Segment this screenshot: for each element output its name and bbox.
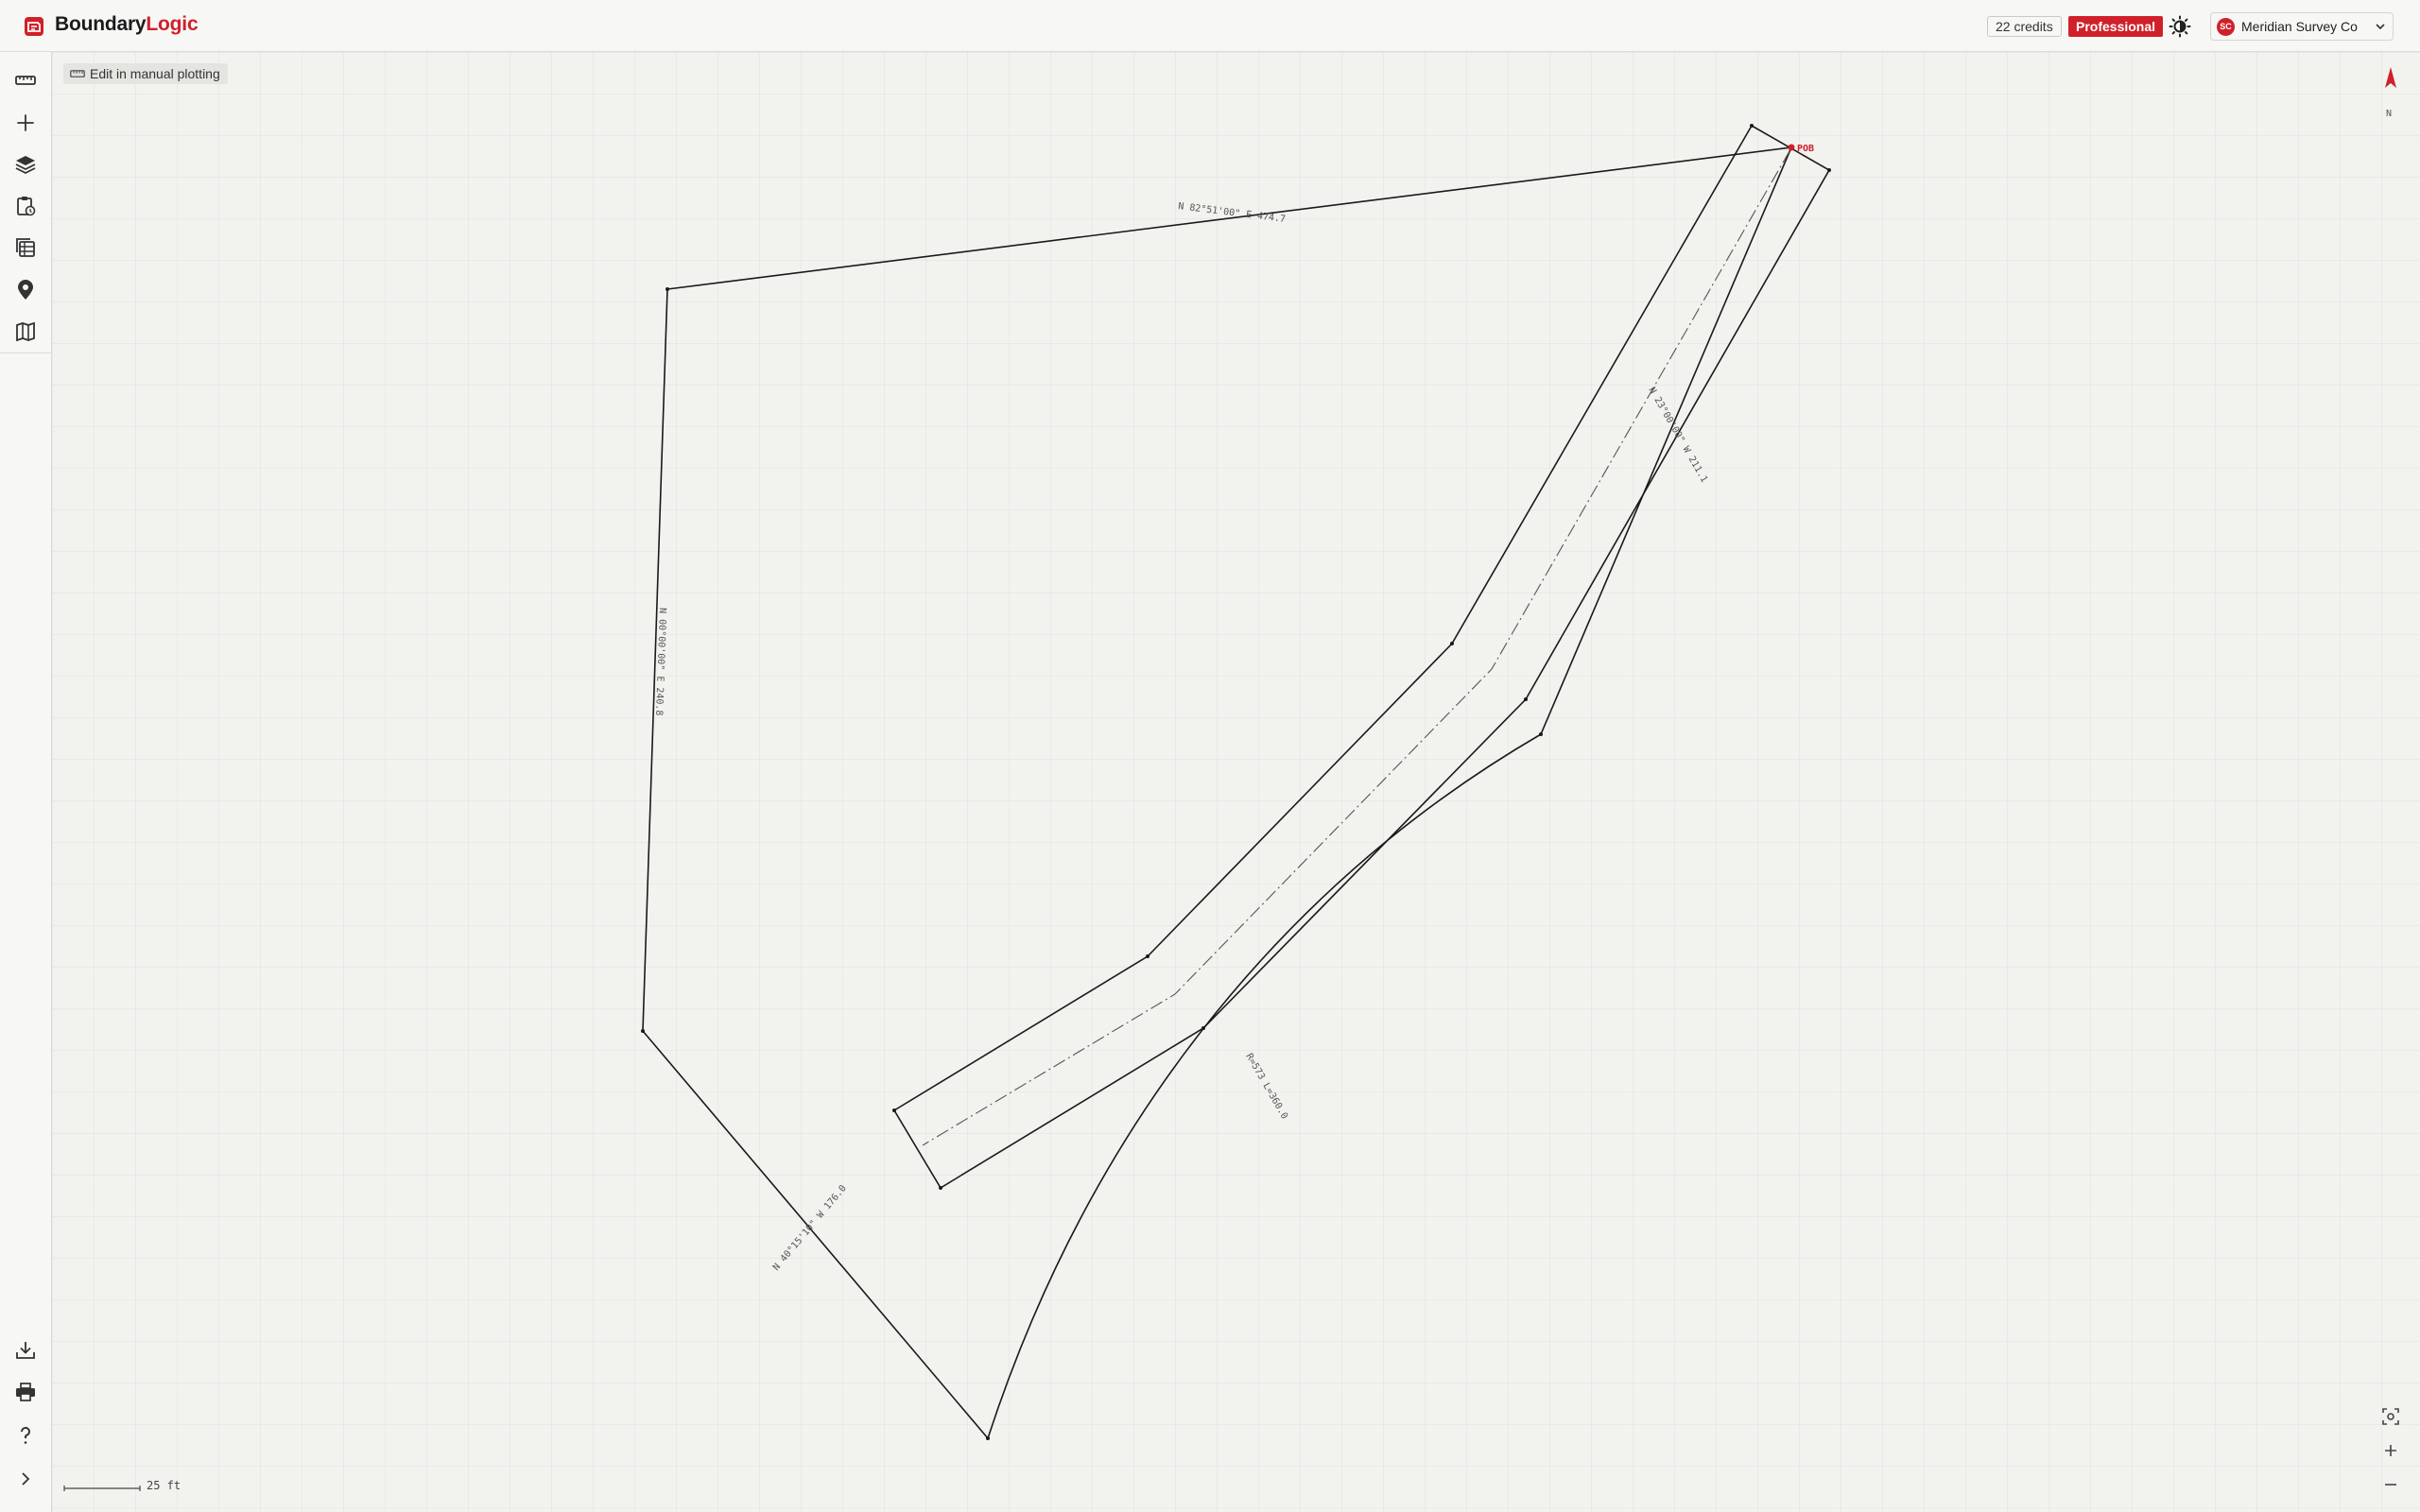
call-label-arc: R=573 L=360.0	[1243, 1052, 1289, 1121]
pob-label: POB	[1797, 144, 1814, 154]
org-name: Meridian Survey Co	[2241, 19, 2358, 34]
theme-toggle-icon[interactable]	[2169, 15, 2191, 38]
north-label: N	[2386, 109, 2393, 119]
vertex-point[interactable]	[986, 1436, 990, 1440]
vertex-point[interactable]	[1750, 124, 1754, 128]
vertex-point[interactable]	[1201, 1026, 1205, 1030]
fit-to-screen-button[interactable]	[2378, 1404, 2403, 1429]
ruler-tool-button[interactable]	[13, 68, 38, 93]
plus-icon	[2385, 1445, 2396, 1456]
edit-manual-plotting-button[interactable]: Edit in manual plotting	[63, 63, 228, 84]
focus-icon	[2382, 1408, 2399, 1425]
vertex-point[interactable]	[1146, 954, 1150, 958]
vertex-point[interactable]	[892, 1108, 896, 1112]
layers-icon	[15, 156, 36, 175]
brand-name-part1: Boundary	[55, 13, 147, 35]
corridor-centerline	[922, 150, 1790, 1146]
top-bar: BoundaryLogic 22 credits Professional SC…	[0, 0, 2420, 52]
layers-button[interactable]	[13, 152, 38, 177]
pob-marker[interactable]	[1788, 144, 1795, 151]
brand-name-part2: Logic	[146, 13, 199, 35]
download-button[interactable]	[13, 1338, 38, 1363]
tables-button[interactable]	[13, 235, 38, 260]
table-stack-icon	[16, 238, 35, 257]
boundary-plot: POB N 82°51'00" E 474.7 N 00°00'00" E 24…	[641, 124, 1831, 1440]
brand-name: BoundaryLogic	[55, 13, 199, 36]
plus-icon	[17, 114, 34, 131]
help-button[interactable]	[13, 1423, 38, 1448]
call-label-left: N 00°00'00" E 240.8	[653, 608, 667, 716]
clipboard-history-button[interactable]	[13, 194, 38, 218]
print-button[interactable]	[13, 1380, 38, 1404]
scale-bar	[63, 1486, 141, 1491]
ruler-icon	[15, 76, 36, 85]
sidebar-divider	[0, 352, 52, 353]
download-icon	[16, 1342, 35, 1359]
map-icon	[16, 321, 35, 342]
vertex-point[interactable]	[1524, 697, 1528, 701]
corridor-left-line	[892, 124, 1831, 1190]
vertex-point[interactable]	[1539, 732, 1543, 736]
logo-icon	[25, 17, 43, 36]
zoom-out-button[interactable]	[2378, 1472, 2403, 1497]
map-pin-icon	[18, 280, 33, 300]
call-label-east: N 23°00'00" W 211.1	[1646, 386, 1709, 485]
add-button[interactable]	[13, 111, 38, 135]
minus-icon	[2385, 1484, 2396, 1486]
ruler-icon	[70, 70, 85, 77]
scale-label: 25 ft	[147, 1479, 182, 1492]
edit-manual-plotting-label: Edit in manual plotting	[90, 66, 220, 81]
map-view-button[interactable]	[13, 319, 38, 344]
vertex-point[interactable]	[641, 1029, 645, 1033]
location-button[interactable]	[13, 278, 38, 302]
vertex-point[interactable]	[666, 287, 669, 291]
call-label-top: N 82°51'00" E 474.7	[1178, 201, 1287, 225]
parcel-boundary	[642, 146, 1793, 1440]
vertex-point[interactable]	[1450, 642, 1454, 645]
chevron-down-icon	[2376, 24, 2385, 30]
printer-icon	[16, 1383, 35, 1401]
plan-badge: Professional	[2068, 16, 2164, 37]
chevron-right-icon	[22, 1472, 30, 1486]
zoom-in-button[interactable]	[2378, 1438, 2403, 1463]
credits-badge[interactable]: 22 credits	[1987, 16, 2062, 37]
expand-sidebar-button[interactable]	[13, 1467, 38, 1491]
question-mark-icon	[20, 1426, 30, 1444]
org-switcher[interactable]: SC Meridian Survey Co	[2210, 12, 2394, 41]
org-avatar: SC	[2217, 18, 2235, 36]
map-canvas[interactable]: POB N 82°51'00" E 474.7 N 00°00'00" E 24…	[52, 52, 2420, 1512]
vertex-point[interactable]	[939, 1186, 942, 1190]
clipboard-clock-icon	[17, 197, 36, 216]
sidebar	[0, 52, 52, 1512]
vertex-point[interactable]	[1827, 168, 1831, 172]
